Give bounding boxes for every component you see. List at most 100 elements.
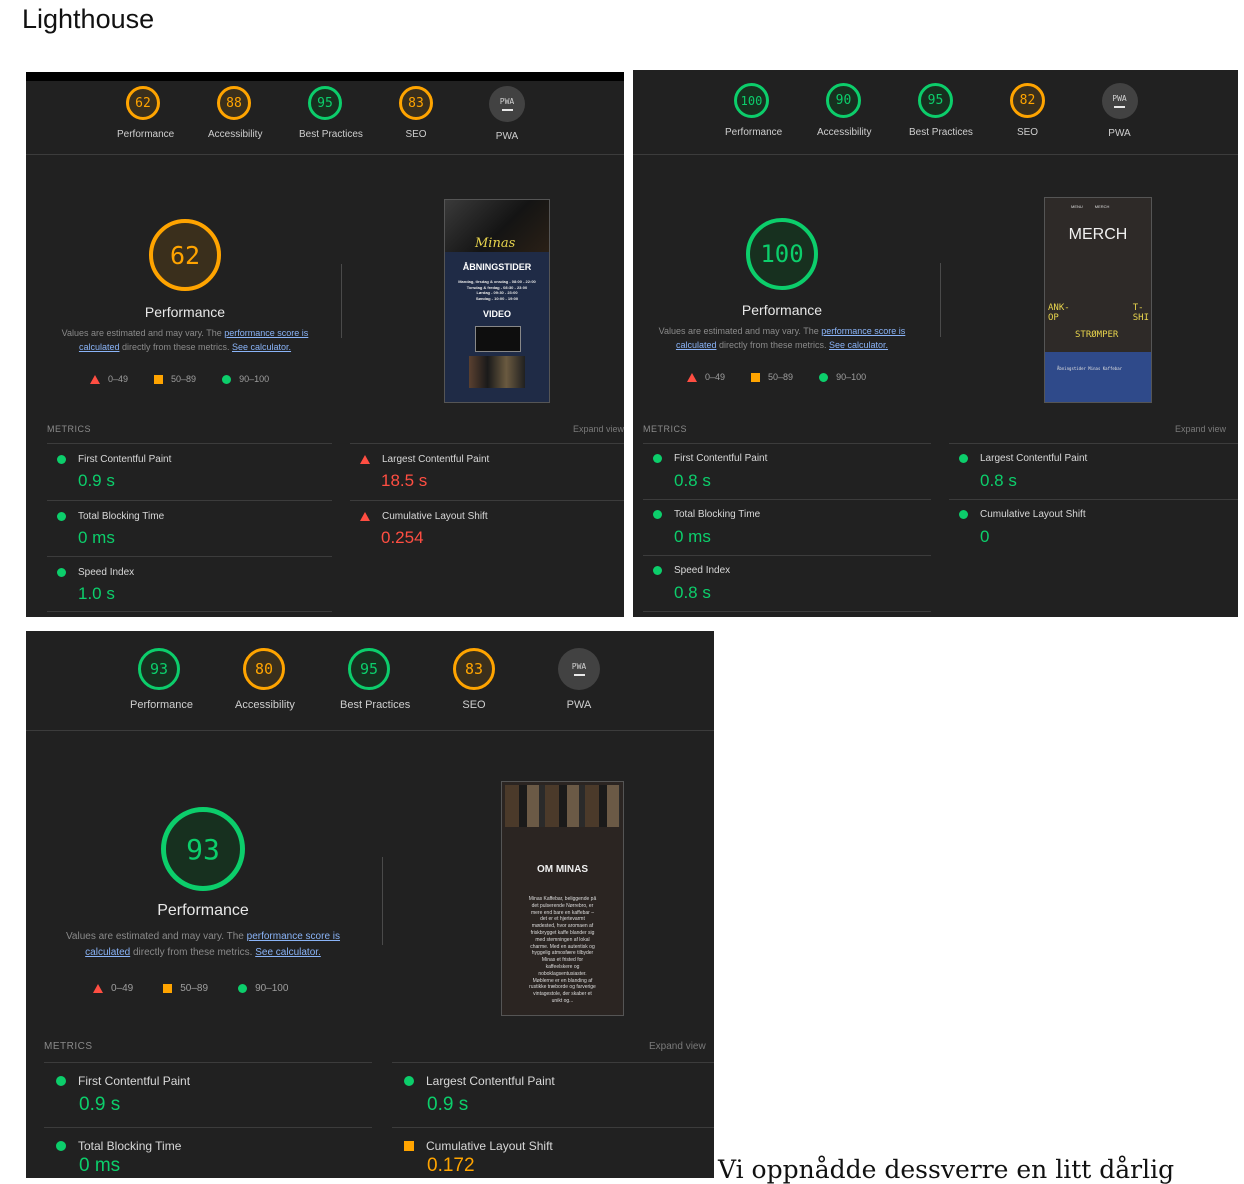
category-gauges: 100 Performance 90 Accessibility 95 Best Pr… [633, 83, 1238, 139]
gauge-label: Accessibility [235, 699, 295, 711]
shot-left-label: ANK- OP [1048, 303, 1070, 323]
expand-view-toggle[interactable]: Expand view [1175, 424, 1226, 434]
gauge-best-practices[interactable]: 95 Best Practices [909, 83, 973, 139]
performance-title: Performance [741, 302, 823, 318]
shot-title: OM MINAS [536, 864, 589, 875]
note-text: directly from these metrics. [130, 946, 256, 958]
gauge-label: Accessibility [817, 127, 872, 138]
gauge-performance[interactable]: 100 Performance [725, 83, 782, 139]
page-heading: Lighthouse [22, 4, 155, 34]
gauge-best-practices[interactable]: 95 Best Practices [340, 648, 410, 711]
header-divider [633, 154, 1238, 155]
section-divider [382, 857, 383, 945]
metric-tbt: Total Blocking Time 0 ms [47, 500, 332, 556]
see-calculator-link[interactable]: See calculator. [232, 342, 291, 352]
score-ring: 82 [1010, 83, 1045, 118]
metrics-heading: METRICS [47, 424, 91, 434]
pass-icon [57, 568, 66, 577]
score-ring: 93 [138, 648, 180, 690]
note-text: directly from these metrics. [119, 341, 232, 352]
score-ring: 95 [348, 648, 390, 690]
shot-nav: MENU MERCH [1071, 204, 1110, 209]
page-screenshot: OM MINAS Minas Kaffebar, beliggende på d… [501, 781, 624, 1016]
legend-average: 50–89 [163, 983, 208, 994]
gauge-label: Performance [117, 129, 175, 140]
pass-icon [57, 455, 66, 464]
metric-speed-index: Speed Index 1.0 s [47, 556, 332, 612]
gauge-label: Best Practices [299, 129, 363, 140]
pass-icon [653, 566, 662, 575]
legend-fail: 0–49 [90, 374, 128, 384]
shot-footer: Åbningstider Minas Kaffebar [1045, 352, 1151, 402]
section-divider [940, 263, 941, 337]
gauge-best-practices[interactable]: 95 Best Practices [299, 86, 363, 142]
metric-fcp: First Contentful Paint 0.9 s [44, 1062, 372, 1126]
metrics-heading: METRICS [44, 1041, 93, 1052]
score-ring: 83 [453, 648, 495, 690]
pwa-badge-icon: PWA [1101, 83, 1138, 119]
see-calculator-link[interactable]: See calculator. [829, 340, 888, 350]
pass-icon [959, 454, 968, 463]
gauge-label: PWA [566, 699, 592, 711]
score-ring: 95 [308, 86, 342, 120]
metrics-heading: METRICS [643, 424, 687, 434]
performance-score-gauge: 100 [746, 218, 818, 290]
page-screenshot: Minas ÅBNINGSTIDER Mandag, tirsdag & ons… [444, 199, 550, 403]
gauge-accessibility[interactable]: 88 Accessibility [208, 86, 262, 142]
metric-lcp: Largest Contentful Paint 0.9 s [392, 1062, 714, 1126]
square-icon [163, 984, 173, 993]
square-icon [751, 372, 761, 382]
legend-average: 50–89 [751, 372, 793, 382]
shot-body: Minas Kaffebar, beliggende på det pulser… [528, 896, 597, 1004]
pwa-badge-icon: PWA [489, 86, 525, 122]
hours-list: Mandag, tirsdag & onsdag - 08:00 - 22:00… [458, 279, 536, 301]
body-text: Vi oppnådde dessverre en litt dårlig [718, 1155, 1175, 1184]
lighthouse-report-3: 93 Performance 80 Accessibility 95 Best Pra… [26, 631, 714, 1178]
category-gauges: 62 Performance 88 Accessibility 95 Best Pra… [26, 86, 624, 142]
legend-fail: 0–49 [93, 983, 133, 994]
pass-icon [959, 510, 968, 519]
fail-icon [360, 512, 370, 521]
legend-average: 50–89 [154, 374, 196, 384]
expand-view-toggle[interactable]: Expand view [649, 1041, 706, 1052]
legend-pass: 90–100 [238, 983, 288, 994]
metric-tbt: Total Blocking Time 0 ms [643, 499, 931, 555]
gauge-accessibility[interactable]: 80 Accessibility [235, 648, 295, 711]
score-ring: 80 [243, 648, 285, 690]
metric-fcp: First Contentful Paint 0.8 s [643, 443, 931, 499]
gauge-seo[interactable]: 83 SEO [445, 648, 503, 711]
note-text: Values are estimated and may vary. The [65, 931, 247, 942]
pwa-badge-icon: PWA [558, 648, 600, 690]
see-calculator-link[interactable]: See calculator. [255, 947, 321, 958]
gauge-pwa[interactable]: PWA PWA [1093, 83, 1146, 139]
gauge-pwa[interactable]: PWA PWA [481, 86, 533, 142]
metric-lcp: Largest Contentful Paint 0.8 s [949, 443, 1238, 499]
metric-lcp: Largest Contentful Paint 18.5 s [350, 443, 624, 499]
score-ring: 100 [734, 83, 769, 118]
score-ring: 90 [826, 83, 861, 118]
shot-video-title: VIDEO [482, 309, 511, 319]
score-note: Values are estimated and may vary. The p… [56, 929, 350, 960]
note-text: Values are estimated and may vary. The [61, 328, 225, 338]
gauge-performance[interactable]: 93 Performance [130, 648, 193, 711]
performance-title: Performance [144, 304, 226, 320]
page-screenshot: MENU MERCH MERCH ANK- OP T- SHI STRØMPER … [1044, 197, 1152, 403]
metric-fcp: First Contentful Paint 0.9 s [47, 443, 332, 499]
metric-cls: Cumulative Layout Shift 0.172 [392, 1127, 714, 1178]
average-icon [404, 1141, 414, 1151]
gauge-pwa[interactable]: PWA PWA [550, 648, 608, 711]
script-logo: Minas [475, 236, 516, 251]
triangle-icon [687, 372, 697, 382]
performance-score-gauge: 93 [161, 807, 245, 891]
gauge-accessibility[interactable]: 90 Accessibility [817, 83, 872, 139]
shot-title: MERCH [1068, 226, 1128, 243]
gauge-seo[interactable]: 82 SEO [1001, 83, 1054, 139]
gauge-seo[interactable]: 83 SEO [390, 86, 442, 142]
shot-heading: ÅBNINGSTIDER [462, 262, 532, 272]
legend-pass: 90–100 [222, 374, 269, 384]
expand-view-toggle[interactable]: Expand view [573, 424, 624, 434]
circle-icon [222, 374, 232, 384]
gauge-label: SEO [1016, 127, 1039, 138]
gauge-performance[interactable]: 62 Performance [117, 86, 175, 142]
section-divider [341, 264, 342, 338]
